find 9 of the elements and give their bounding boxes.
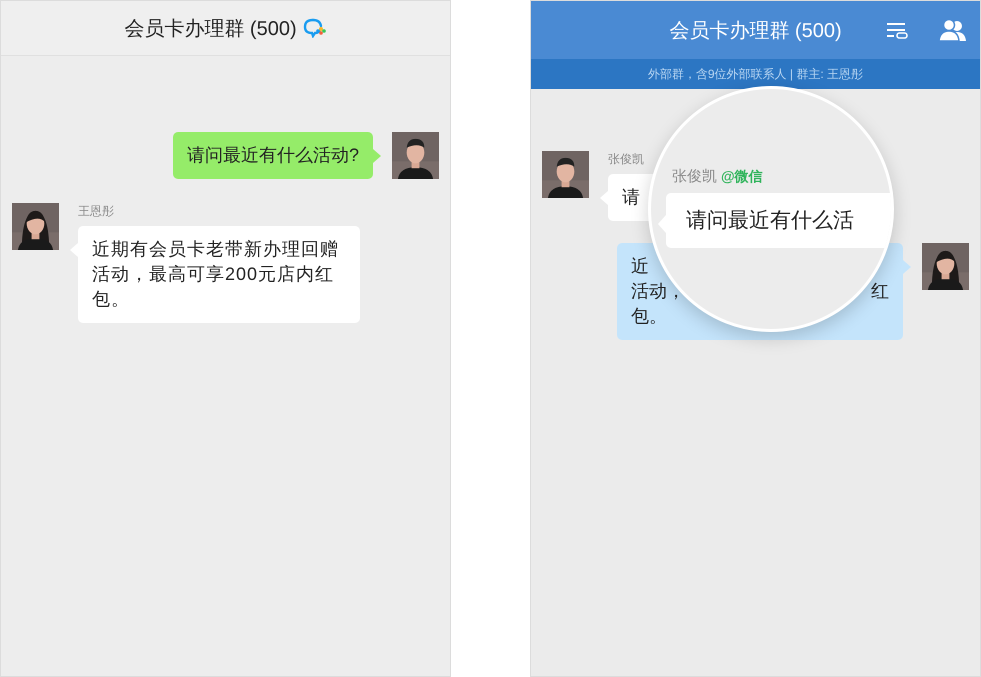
chat-title: 会员卡办理群 (500) <box>669 18 842 44</box>
group-info: 外部群，含9位外部联系人 | 群主: 王恩彤 <box>648 66 864 82</box>
wechat-tag: @微信 <box>721 168 763 186</box>
sender-name: 张俊凯 <box>607 151 645 168</box>
chat-title: 会员卡办理群 (500) <box>124 16 297 42</box>
list-settings-icon[interactable] <box>886 21 908 39</box>
members-icon[interactable] <box>938 19 968 41</box>
chat-bubble-icon <box>302 18 327 38</box>
sender-name: 王恩彤 <box>77 203 115 220</box>
